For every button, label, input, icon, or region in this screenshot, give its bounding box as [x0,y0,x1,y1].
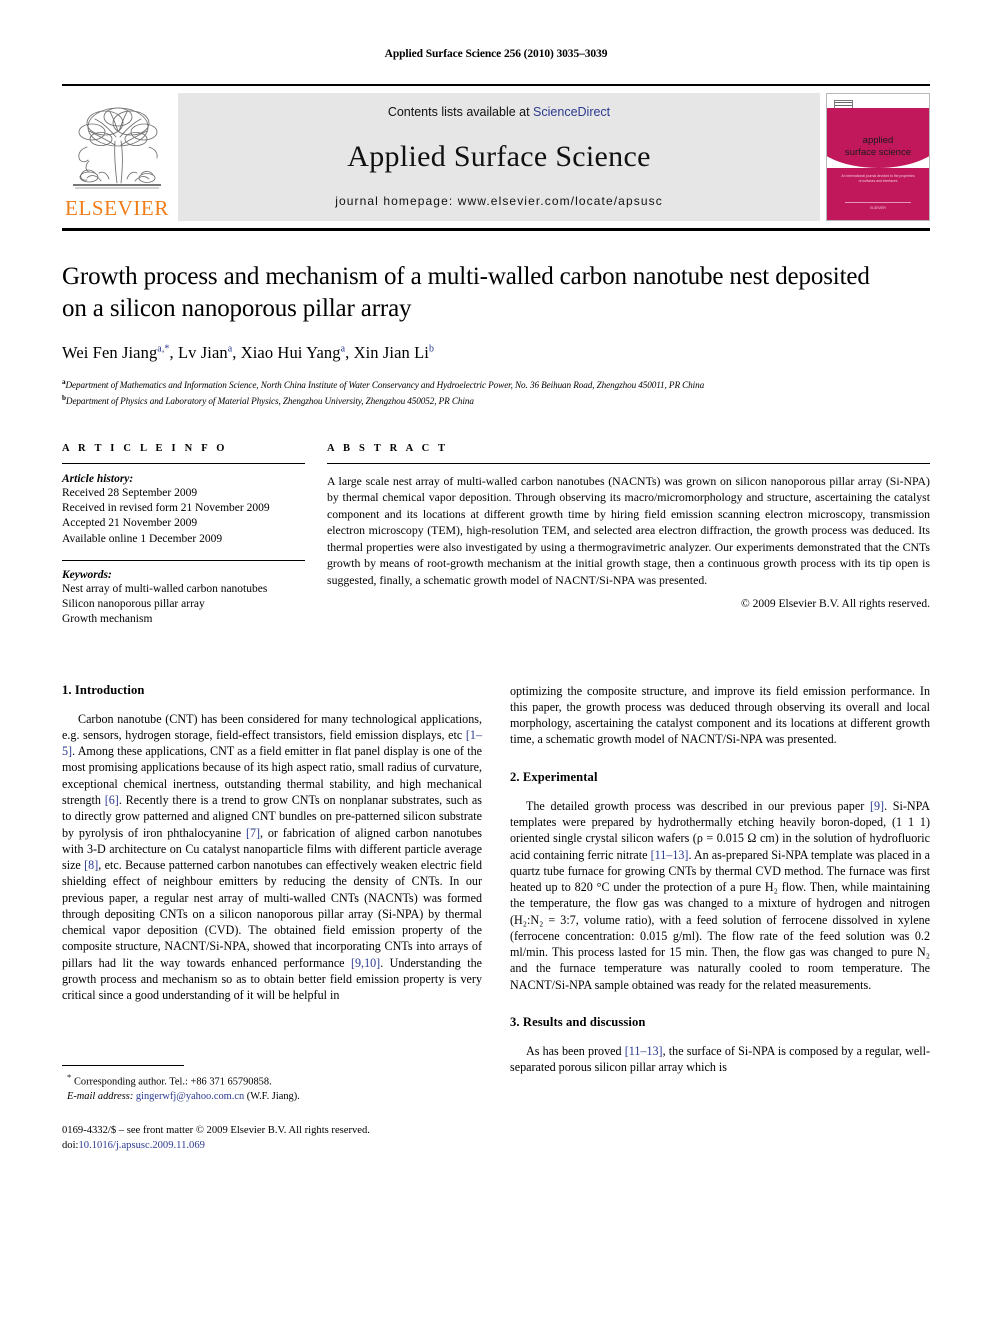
affiliation-a: aDepartment of Mathematics and Informati… [62,377,930,393]
corresponding-author-text: Corresponding author. Tel.: +86 371 6579… [73,1076,272,1088]
affiliation-text: Department of Physics and Laboratory of … [65,395,474,406]
intro-text-a: Carbon nanotube (CNT) has been considere… [62,711,482,742]
intro-paragraph-1: Carbon nanotube (CNT) has been considere… [62,711,482,1004]
page-title: Growth process and mechanism of a multi-… [62,263,870,322]
article-page: Applied Surface Science 256 (2010) 3035–… [0,0,992,1323]
author-marker: b [428,343,435,355]
cover-subtitle: An international journal devoted to the … [841,174,915,184]
history-item: Available online 1 December 2009 [62,532,223,545]
email-link[interactable]: gingerwfj@yahoo.com.cn [136,1091,244,1102]
keywords-heading: Keywords: [62,568,112,581]
res-text-a: As has been proved [526,1043,625,1058]
doi-line: doi:10.1016/j.apsusc.2009.11.069 [62,1138,482,1153]
info-abstract-row: A R T I C L E I N F O Article history: R… [62,409,930,641]
banner-center: Contents lists available at ScienceDirec… [178,93,820,221]
exp-text-c: . An as-prepared Si-NPA template was pla… [510,847,930,992]
doi-label: doi: [62,1139,79,1151]
citation-ref[interactable]: [9] [870,799,884,813]
intro-text-e: , etc. Because patterned carbon nanotube… [62,858,482,970]
citation-ref[interactable]: [8] [84,858,98,872]
email-label: E-mail address: [67,1091,134,1103]
running-head: Applied Surface Science 256 (2010) 3035–… [384,48,608,60]
author-marker: a [227,343,233,355]
section-heading-results: 3. Results and discussion [510,1014,646,1029]
issn-line: 0169-4332/$ – see front matter © 2009 El… [62,1124,370,1136]
cover-title: applied surface science [827,135,929,159]
author-marker: a,* [157,343,170,355]
footnote-area: * Corresponding author. Tel.: +86 371 65… [62,1065,482,1153]
exp-text-a: The detailed growth process was describe… [526,798,870,813]
keyword-item: Nest array of multi-walled carbon nanotu… [62,582,268,595]
experimental-paragraph: The detailed growth process was describe… [510,798,930,993]
keywords-group: Keywords: Nest array of multi-walled car… [62,569,305,628]
abstract-rule [327,462,930,464]
journal-cover-thumbnail: applied surface science An international… [826,93,930,221]
journal-title: Applied Surface Science [347,139,651,173]
elsevier-tree-icon [73,107,161,189]
affiliation-text: Department of Mathematics and Informatio… [65,380,705,391]
intro-paragraph-2: optimizing the composite structure, and … [510,683,930,747]
left-column: 1. Introduction Carbon nanotube (CNT) ha… [62,683,482,1153]
keywords-rule [62,559,305,561]
history-item: Received 28 September 2009 [62,486,198,499]
article-history-group: Article history: Received 28 September 2… [62,473,305,547]
citation-ref[interactable]: [11–13] [651,848,689,862]
citation-ref[interactable]: [11–13] [625,1044,663,1058]
corresponding-author-note: * Corresponding author. Tel.: +86 371 65… [67,1071,482,1090]
email-owner: (W.F. Jiang). [246,1091,300,1103]
article-history-heading: Article history: [62,472,134,485]
citation-ref[interactable]: [7] [246,826,260,840]
author-list: Wei Fen Jianga,*, Lv Jiana, Xiao Hui Yan… [62,343,435,362]
section-heading-experimental: 2. Experimental [510,769,598,784]
abstract-text: A large scale nest array of multi-walled… [327,473,930,587]
body-columns: 1. Introduction Carbon nanotube (CNT) ha… [62,641,930,1153]
contents-lists-line: Contents lists available at ScienceDirec… [388,105,610,119]
corresponding-marker: * [67,1072,72,1083]
issn-copyright-block: 0169-4332/$ – see front matter © 2009 El… [62,1123,482,1153]
footnote-rule [62,1065,184,1067]
section-heading-introduction: 1. Introduction [62,682,145,697]
article-info-column: A R T I C L E I N F O Article history: R… [62,443,305,641]
affiliation-b: bDepartment of Physics and Laboratory of… [62,393,930,409]
keyword-item: Silicon nanoporous pillar array [62,598,205,611]
doi-link[interactable]: 10.1016/j.apsusc.2009.11.069 [78,1140,204,1151]
history-item: Accepted 21 November 2009 [62,517,198,530]
cover-title-line1: applied [862,135,894,146]
cover-footer: ELSEVIER [845,202,911,211]
right-column: optimizing the composite structure, and … [510,683,930,1153]
elsevier-wordmark: ELSEVIER [65,196,169,220]
cover-title-line2: surface science [844,146,911,158]
author-marker: a [340,343,346,355]
title-block: Growth process and mechanism of a multi-… [62,231,930,409]
journal-banner: ELSEVIER Contents lists available at Sci… [62,84,930,221]
citation-ref[interactable]: [6] [105,793,119,807]
journal-homepage[interactable]: journal homepage: www.elsevier.com/locat… [335,194,663,208]
article-info-label: A R T I C L E I N F O [62,442,228,454]
abstract-copyright: © 2009 Elsevier B.V. All rights reserved… [741,598,930,611]
citation-ref[interactable]: [9,10] [351,956,380,970]
abstract-label: A B S T R A C T [327,442,449,454]
article-info-rule [62,462,305,464]
abstract-column: A B S T R A C T A large scale nest array… [327,443,930,641]
elsevier-logo: ELSEVIER [62,93,172,221]
sciencedirect-link[interactable]: ScienceDirect [533,105,610,119]
keyword-item: Growth mechanism [62,613,153,626]
results-paragraph: As has been proved [11–13], the surface … [510,1043,930,1076]
history-item: Received in revised form 21 November 200… [62,502,270,514]
contents-prefix: Contents lists available at [387,105,534,119]
email-note: E-mail address: gingerwfj@yahoo.com.cn (… [67,1090,482,1105]
